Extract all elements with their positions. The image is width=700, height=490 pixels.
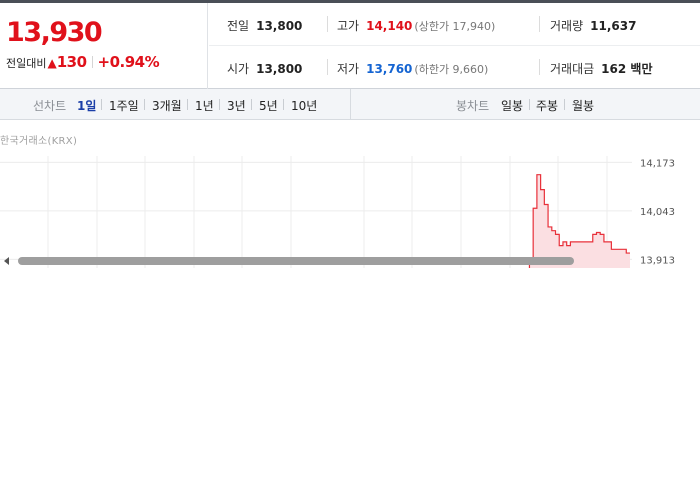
- day-low: 저가 13,760 (하한가 9,660): [337, 60, 488, 77]
- divider: [251, 99, 252, 110]
- volume: 거래량 11,637: [550, 17, 636, 34]
- day-high-value: 14,140: [366, 19, 413, 33]
- quote-row: 시가 13,800 저가 13,760 (하한가 9,660) 거래대금 162 백만: [209, 46, 700, 89]
- open-price: 시가 13,800: [227, 60, 302, 77]
- volume-label: 거래량: [550, 19, 584, 33]
- chart-period-bar: 선차트 1일 1주일 3개월 1년 3년 5년 10년 봉차트 일봉 주봉 월봉: [0, 89, 700, 120]
- line-chart-label: 선차트: [33, 99, 67, 113]
- tab-monthly-candle[interactable]: 월봉: [572, 97, 594, 114]
- tab-5-years[interactable]: 5년: [259, 97, 278, 114]
- change-label: 전일대비: [6, 57, 47, 70]
- divider: [327, 59, 328, 75]
- price-box: 13,930 전일대비▲130 +0.94%: [0, 3, 208, 89]
- divider: [144, 99, 145, 110]
- trade-amount: 거래대금 162 백만: [550, 60, 652, 77]
- price-chart: 14,173 14,043 13,913 한국거래소(KRX): [0, 120, 700, 268]
- chart-canvas: 14,17314,04313,913: [0, 156, 675, 268]
- trade-amount-value: 162 백만: [601, 62, 653, 76]
- change-percent: +0.94%: [97, 53, 160, 71]
- trade-amount-label: 거래대금: [550, 62, 595, 76]
- day-high: 고가 14,140 (상한가 17,940): [337, 17, 495, 34]
- open-value: 13,800: [256, 62, 303, 76]
- line-chart-tabs: 선차트 1일 1주일 3개월 1년 3년 5년 10년: [0, 89, 351, 119]
- change-value: 130: [56, 53, 87, 71]
- divider: [539, 16, 540, 32]
- tab-10-years[interactable]: 10년: [291, 97, 317, 114]
- change-row: 전일대비▲130 +0.94%: [6, 53, 160, 71]
- candle-chart-tabs: 봉차트 일봉 주봉 월봉: [351, 89, 700, 119]
- current-price: 13,930: [6, 17, 103, 48]
- day-low-value: 13,760: [366, 62, 413, 76]
- y-tick-label: 14,043: [640, 207, 675, 218]
- divider: [101, 99, 102, 110]
- y-tick-label: 14,173: [640, 158, 675, 169]
- tab-daily-candle[interactable]: 일봉: [501, 97, 523, 114]
- divider: [529, 99, 530, 110]
- day-low-label: 저가: [337, 62, 360, 76]
- volume-value: 11,637: [590, 19, 637, 33]
- tab-1-day[interactable]: 1일: [77, 97, 96, 114]
- divider: [564, 99, 565, 110]
- quote-row: 전일 13,800 고가 14,140 (상한가 17,940) 거래량 11,637: [209, 3, 700, 46]
- candle-chart-label: 봉차트: [456, 99, 490, 113]
- exchange-label: 한국거래소(KRX): [0, 136, 78, 147]
- tab-1-year[interactable]: 1년: [195, 97, 214, 114]
- lower-limit: (하한가 9,660): [414, 63, 489, 76]
- divider: [283, 99, 284, 110]
- prev-close-label: 전일: [227, 19, 250, 33]
- day-high-label: 고가: [337, 19, 360, 33]
- prev-close-value: 13,800: [256, 19, 303, 33]
- up-triangle-icon: ▲: [47, 56, 57, 70]
- tab-weekly-candle[interactable]: 주봉: [536, 97, 558, 114]
- stock-summary: 13,930 전일대비▲130 +0.94% 전일 13,800 고가 14,140(…: [0, 0, 700, 89]
- divider: [327, 16, 328, 32]
- divider: [187, 99, 188, 110]
- prev-close: 전일 13,800: [227, 17, 302, 34]
- divider: [539, 59, 540, 75]
- open-label: 시가: [227, 62, 250, 76]
- chart-scrollbar[interactable]: [0, 254, 700, 268]
- tab-1-week[interactable]: 1주일: [109, 97, 139, 114]
- tab-3-months[interactable]: 3개월: [152, 97, 182, 114]
- tab-3-years[interactable]: 3년: [227, 97, 246, 114]
- divider: [219, 99, 220, 110]
- divider: [91, 56, 93, 68]
- quote-grid: 전일 13,800 고가 14,140 (상한가 17,940) 거래량 11,637 …: [209, 3, 700, 89]
- upper-limit: (상한가 17,940): [414, 20, 496, 33]
- scroll-left-arrow-icon[interactable]: [4, 257, 9, 265]
- scroll-thumb[interactable]: [18, 257, 574, 265]
